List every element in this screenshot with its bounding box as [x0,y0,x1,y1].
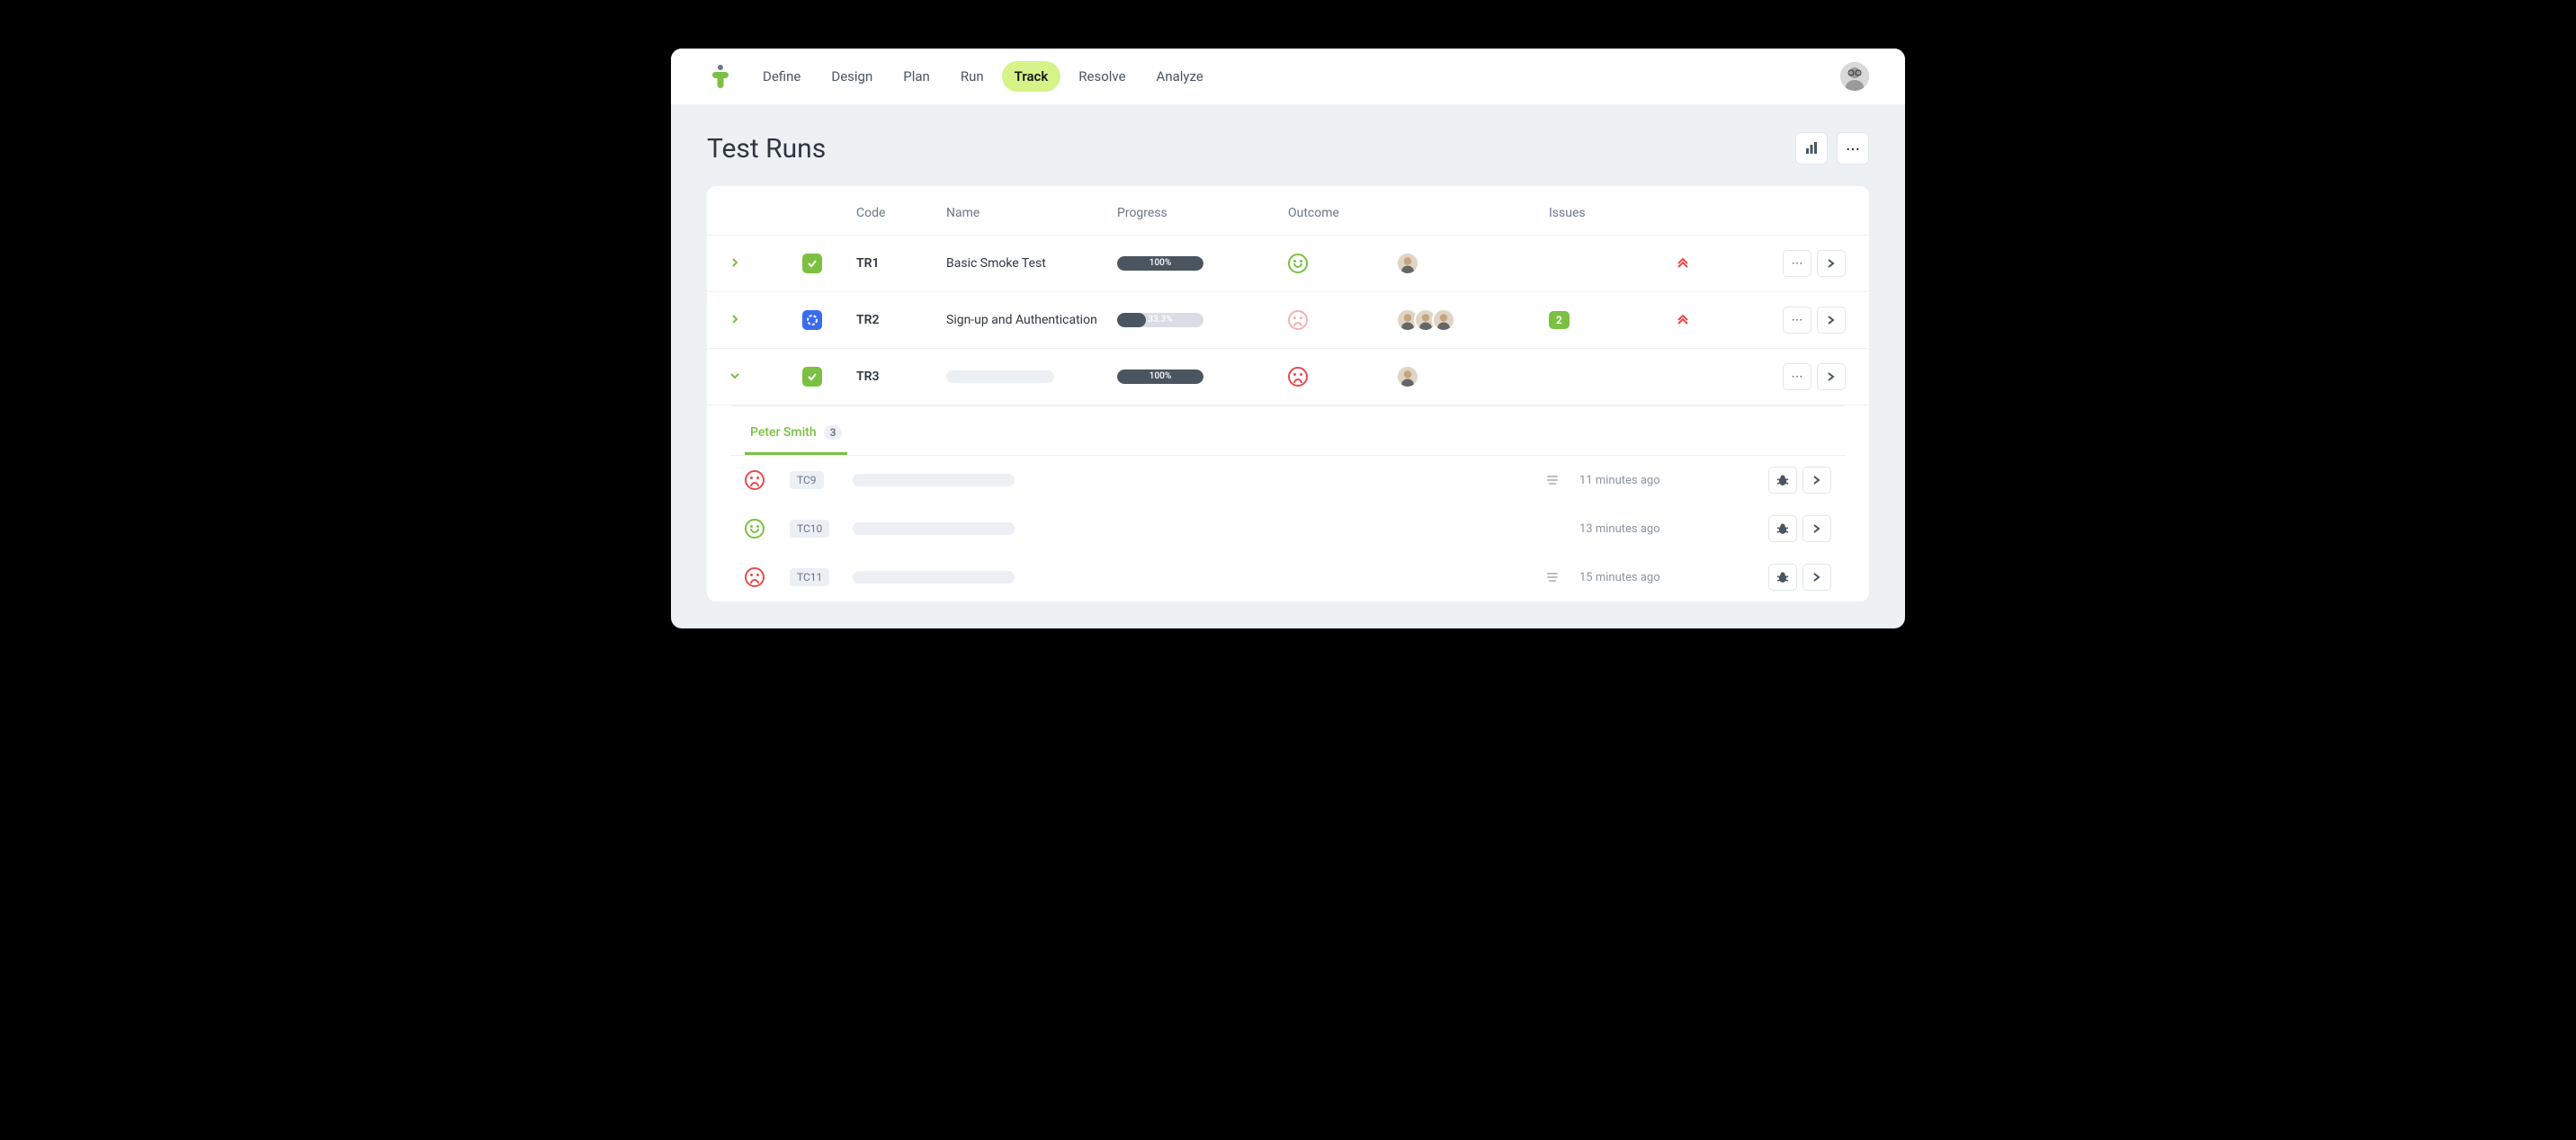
nav-run[interactable]: Run [948,61,997,92]
status-blue-icon [802,310,822,330]
nav-design[interactable]: Design [818,61,885,92]
priority-high-icon [1677,255,1689,272]
issues-badge[interactable]: 2 [1549,311,1570,329]
assignees [1396,308,1549,332]
run-name[interactable] [946,370,1117,383]
timestamp: 13 minutes ago [1579,522,1723,536]
assignee-avatar[interactable] [1396,365,1419,388]
bug-button[interactable] [1768,515,1797,542]
open-button[interactable] [1802,515,1831,542]
priority-high-icon [1677,312,1689,328]
header-code: Code [856,206,946,220]
tab-count: 3 [824,425,843,440]
progress-bar: 100% [1117,256,1203,271]
page-title: Test Runs [707,133,826,165]
outcome-sad-red-icon [745,567,765,587]
test-case-row: TC10 13 minutes ago [730,504,1846,553]
row-open-button[interactable] [1817,250,1846,277]
expand-toggle[interactable] [730,370,802,383]
outcome-sad-red-icon [745,470,765,490]
outcome-sad-red-icon [1288,367,1308,387]
test-case-code: TC10 [790,520,829,538]
test-case-row: TC9 11 minutes ago [730,456,1846,504]
main-nav: DefineDesignPlanRunTrackResolveAnalyze [750,61,1824,92]
test-case-name-placeholder [853,522,1015,535]
table-row: TR1 Basic Smoke Test 100% ⋯ [707,236,1869,292]
open-button[interactable] [1802,564,1831,591]
expanded-detail: Peter Smith 3 TC9 11 minutes ago TC10 13… [730,405,1846,601]
timestamp: 11 minutes ago [1579,474,1723,487]
test-case-name-placeholder [853,474,1015,486]
row-more-button[interactable]: ⋯ [1783,363,1811,390]
bug-button[interactable] [1768,564,1797,591]
header-outcome: Outcome [1288,206,1396,220]
test-case-name-placeholder [853,571,1015,583]
topbar: DefineDesignPlanRunTrackResolveAnalyze [671,49,1905,105]
expand-toggle[interactable] [730,257,802,270]
header-progress: Progress [1117,206,1288,220]
progress-bar: 33.3% [1117,313,1203,327]
bug-button[interactable] [1768,467,1797,494]
run-code: TR3 [856,370,946,384]
user-avatar[interactable] [1840,62,1869,91]
row-open-button[interactable] [1817,307,1846,334]
nav-track[interactable]: Track [1002,61,1061,92]
header-issues: Issues [1549,206,1666,220]
run-code: TR2 [856,313,946,327]
nav-resolve[interactable]: Resolve [1066,61,1138,92]
run-name[interactable]: Sign-up and Authentication [946,313,1117,327]
app-logo[interactable] [707,63,734,90]
row-more-button[interactable]: ⋯ [1783,307,1811,334]
row-more-button[interactable]: ⋯ [1783,250,1811,277]
test-case-code: TC11 [790,568,829,586]
nav-plan[interactable]: Plan [890,61,943,92]
notes-icon[interactable] [1525,573,1579,582]
outcome-sad-pink-icon [1288,310,1308,330]
tab-label: Peter Smith [750,425,817,440]
notes-icon[interactable] [1525,476,1579,485]
status-green-icon [802,254,822,273]
outcome-happy-green-icon [745,519,765,539]
more-button[interactable]: ⋯ [1837,132,1869,165]
test-case-code: TC9 [790,471,824,489]
assignees [1396,252,1549,275]
table-row: TR3 100% ⋯ [707,349,1869,405]
run-name[interactable]: Basic Smoke Test [946,256,1117,271]
test-case-row: TC11 15 minutes ago [730,553,1846,601]
nav-define[interactable]: Define [750,61,813,92]
assignee-avatar[interactable] [1432,308,1455,332]
table-row: TR2 Sign-up and Authentication 33.3% 2 ⋯ [707,292,1869,349]
table-header: Code Name Progress Outcome Issues [707,186,1869,236]
outcome-happy-green-icon [1288,254,1308,273]
assignee-avatar[interactable] [1396,252,1419,275]
detail-tab[interactable]: Peter Smith 3 [745,425,847,455]
expand-toggle[interactable] [730,314,802,326]
assignees [1396,365,1549,388]
row-open-button[interactable] [1817,363,1846,390]
timestamp: 15 minutes ago [1579,571,1723,584]
run-code: TR1 [856,256,946,271]
open-button[interactable] [1802,467,1831,494]
header-name: Name [946,206,1117,220]
chart-button[interactable] [1795,132,1828,165]
test-runs-table: Code Name Progress Outcome Issues TR1 Ba… [707,186,1869,601]
status-green-icon [802,367,822,387]
nav-analyze[interactable]: Analyze [1144,61,1216,92]
progress-bar: 100% [1117,370,1203,384]
